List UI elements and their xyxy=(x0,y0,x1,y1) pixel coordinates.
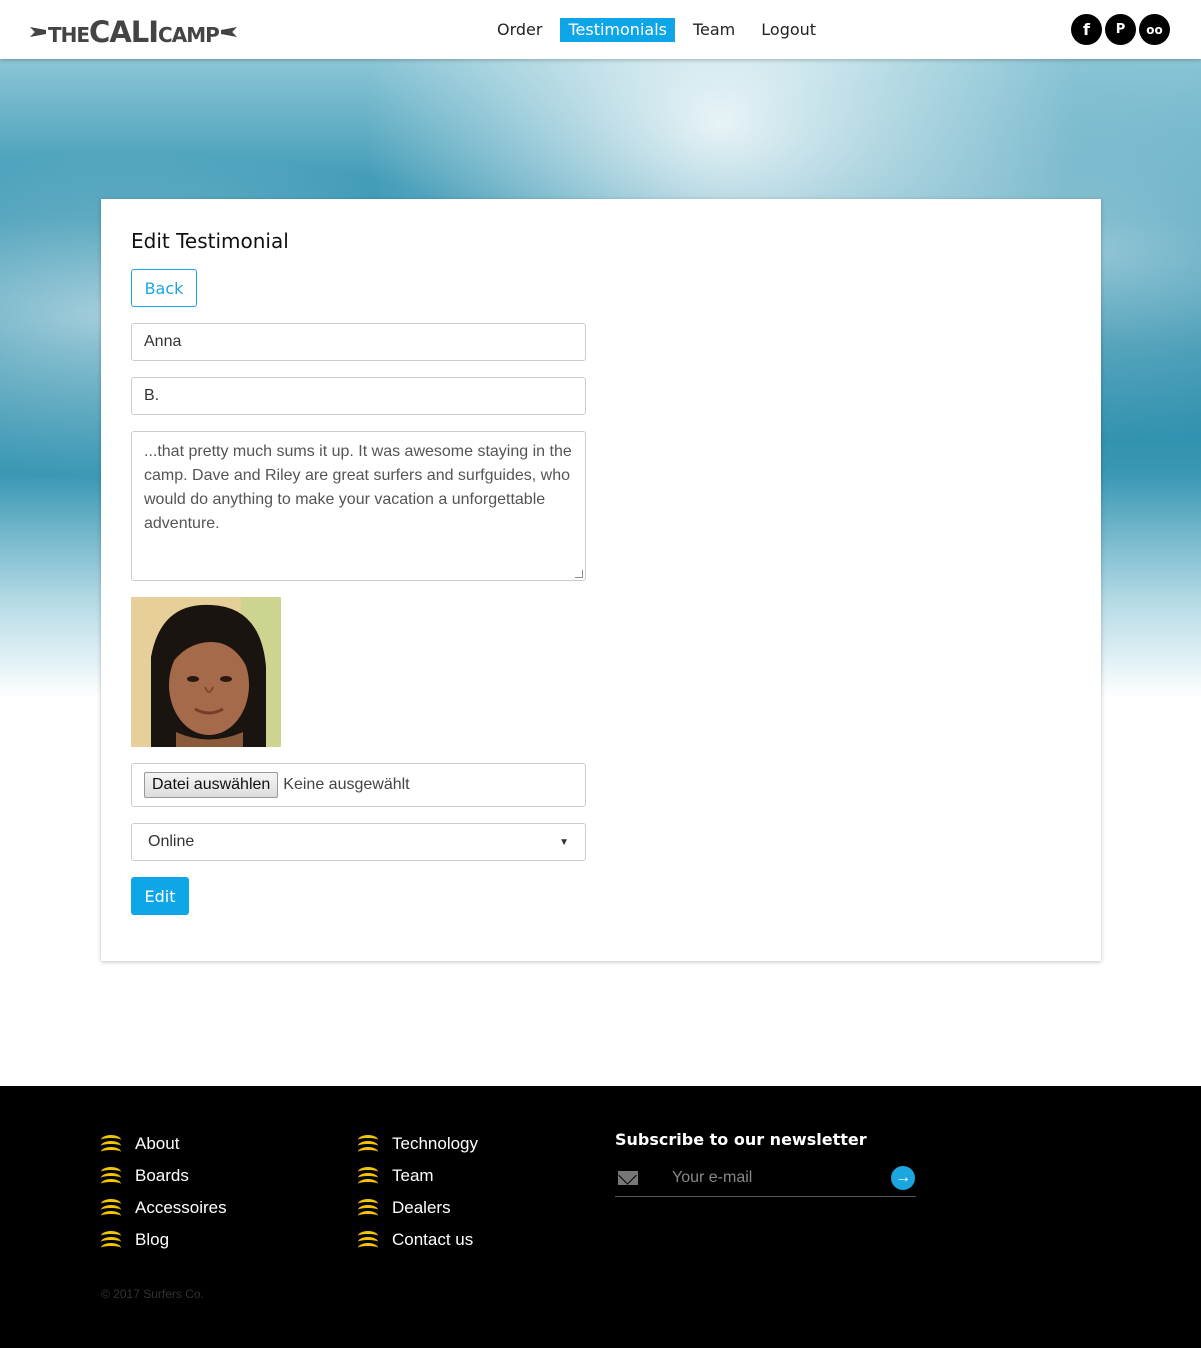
wave-icon xyxy=(101,1230,121,1250)
testimonial-text: ...that pretty much sums it up. It was a… xyxy=(144,443,572,532)
newsletter-title: Subscribe to our newsletter xyxy=(615,1130,867,1149)
footer-link-contact[interactable]: Contact us xyxy=(358,1224,478,1256)
wave-icon xyxy=(358,1198,378,1218)
wave-icon xyxy=(101,1198,121,1218)
logo-cali: CALI xyxy=(89,14,159,49)
first-name-input[interactable]: Anna xyxy=(131,323,586,361)
wave-icon xyxy=(101,1134,121,1154)
footer-link-blog[interactable]: Blog xyxy=(101,1224,227,1256)
pinterest-icon[interactable]: P xyxy=(1105,14,1136,45)
wave-icon xyxy=(358,1134,378,1154)
footer-link-team[interactable]: Team xyxy=(358,1160,478,1192)
social-links: f P oo xyxy=(1071,14,1170,45)
facebook-icon[interactable]: f xyxy=(1071,14,1102,45)
nav-logout[interactable]: Logout xyxy=(753,18,824,42)
testimonial-photo xyxy=(131,597,281,747)
nav-team[interactable]: Team xyxy=(685,18,743,42)
last-name-input[interactable]: B. xyxy=(131,377,586,415)
logo-wing-left xyxy=(30,27,46,37)
footer-links-col-2: Technology Team Dealers Contact us xyxy=(358,1128,478,1256)
footer-links-col-1: About Boards Accessoires Blog xyxy=(101,1128,227,1256)
edit-testimonial-card: Edit Testimonial Back Anna B. ...that pr… xyxy=(101,199,1101,961)
arrow-right-icon[interactable]: → xyxy=(891,1165,915,1190)
footer-link-technology[interactable]: Technology xyxy=(358,1128,478,1160)
site-header: THECALICAMP Order Testimonials Team Logo… xyxy=(0,0,1201,59)
footer-link-boards[interactable]: Boards xyxy=(101,1160,227,1192)
footer-link-dealers[interactable]: Dealers xyxy=(358,1192,478,1224)
wave-icon xyxy=(101,1166,121,1186)
resize-handle-icon[interactable] xyxy=(575,570,583,578)
portrait-image xyxy=(131,597,281,747)
logo-camp: CAMP xyxy=(158,22,220,47)
status-selected-value: Online xyxy=(148,833,195,850)
site-logo[interactable]: THECALICAMP xyxy=(30,16,237,48)
testimonial-textarea[interactable]: ...that pretty much sums it up. It was a… xyxy=(131,431,586,581)
footer-link-about[interactable]: About xyxy=(101,1128,227,1160)
newsletter-form: Subscribe to our newsletter Your e-mail … xyxy=(615,1130,916,1197)
wave-icon xyxy=(358,1166,378,1186)
logo-wing-right xyxy=(221,27,237,37)
status-select[interactable]: Online ▼ xyxy=(131,823,586,861)
wave-icon xyxy=(358,1230,378,1250)
choose-file-button[interactable]: Datei auswählen xyxy=(144,772,279,798)
page-title: Edit Testimonial xyxy=(131,229,289,253)
nav-testimonials[interactable]: Testimonials xyxy=(560,18,675,42)
main-nav: Order Testimonials Team Logout xyxy=(489,18,834,42)
photo-file-input[interactable]: Datei auswählen Keine ausgewählt xyxy=(131,763,586,807)
file-status: Keine ausgewählt xyxy=(283,776,410,793)
nav-order[interactable]: Order xyxy=(489,18,550,42)
back-button[interactable]: Back xyxy=(131,269,197,307)
chevron-down-icon: ▼ xyxy=(559,836,569,848)
copyright-text: © 2017 Surfers Co. xyxy=(101,1287,204,1301)
site-footer: About Boards Accessoires Blog Technology… xyxy=(0,1086,1201,1348)
edit-submit-button[interactable]: Edit xyxy=(131,877,189,915)
newsletter-email-row: Your e-mail → xyxy=(615,1159,916,1197)
footer-link-accessoires[interactable]: Accessoires xyxy=(101,1192,227,1224)
envelope-icon xyxy=(618,1170,638,1185)
tripadvisor-icon[interactable]: oo xyxy=(1139,14,1170,45)
logo-the: THE xyxy=(48,22,90,47)
newsletter-email-input[interactable]: Your e-mail xyxy=(672,1169,891,1187)
